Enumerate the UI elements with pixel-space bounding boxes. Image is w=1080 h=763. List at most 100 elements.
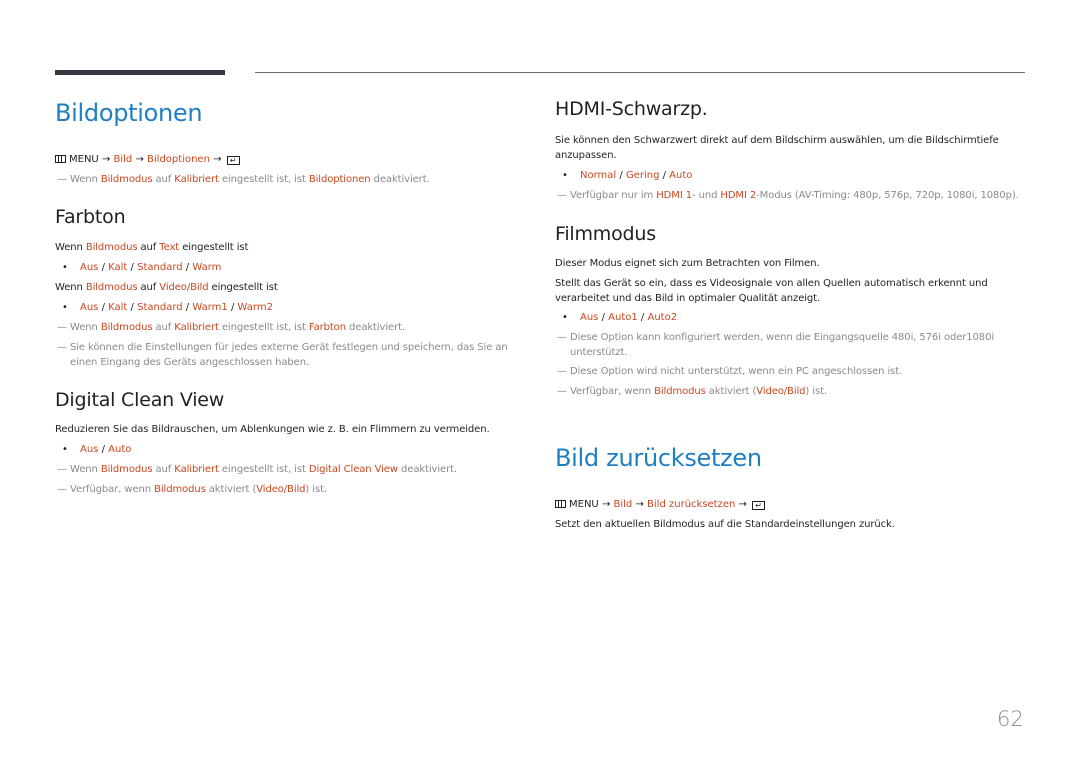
separator: / [185,262,190,273]
menu-label: MENU [569,499,599,510]
option-auto1: Auto1 [608,312,638,323]
note-text: ) ist. [305,484,327,495]
dcv-options: • Aus / Auto [55,442,131,457]
note-highlight: Bildmodus [154,484,206,495]
note-farbton-external: — Sie können die Einstellungen für jedes… [55,340,515,370]
note-dash-icon: — [57,322,67,333]
separator: / [230,302,235,313]
note-highlight: Bildmodus [100,464,153,475]
note-text: Diese Option wird nicht unterstützt, wen… [570,366,903,377]
section-title-farbton: Farbton [55,206,126,228]
note-text: Sie können die Einstellungen für jedes e… [70,342,508,368]
menu-step-bild[interactable]: Bild [114,154,133,165]
menu-path-bildoptionen: MENU → Bild → Bildoptionen → ↵ [55,152,240,167]
note-highlight: Kalibriert [174,464,219,475]
note-highlight: HDMI 1 [656,190,693,201]
option-standard: Standard [137,262,183,273]
note-highlight: Bildmodus [654,386,706,397]
farbton-options-text: • Aus / Kalt / Standard / Warm [55,260,221,275]
note-filmmodus-pc: — Diese Option wird nicht unterstützt, w… [555,364,902,379]
option-kalt: Kalt [108,262,128,273]
separator: / [640,312,645,323]
option-aus: Aus [80,444,99,455]
note-text: Wenn [70,322,101,333]
text: Wenn [55,282,86,293]
arrow-icon: → [738,499,747,510]
filmmodus-description: Dieser Modus eignet sich zum Betrachten … [555,258,820,269]
filmmodus-description-detail: Stellt das Gerät so ein, dass es Videosi… [555,278,988,304]
separator: / [619,170,623,181]
separator: / [185,302,190,313]
farbton-condition-text: Wenn Bildmodus auf Text eingestellt ist [55,240,248,255]
note-dash-icon: — [557,386,567,397]
dcv-description: Reduzieren Sie das Bildrauschen, um Able… [55,424,490,435]
farbton-condition-video: Wenn Bildmodus auf Video/Bild eingestell… [55,280,278,295]
option-warm2: Warm2 [237,302,273,313]
note-text: - und [692,190,721,201]
text: eingestellt ist [208,282,278,293]
separator: / [101,262,105,273]
note-text: Verfügbar, wenn [70,484,155,495]
option-warm1: Warm1 [192,302,228,313]
note-text: deaktiviert. [370,174,430,185]
separator: / [601,312,605,323]
highlight: Text [159,242,180,253]
section-title-digital-clean-view: Digital Clean View [55,389,225,411]
note-text: eingestellt ist, ist [218,322,309,333]
option-auto2: Auto2 [647,312,678,323]
header-accent-bar [55,70,225,75]
highlight: Bildmodus [85,282,138,293]
note-highlight: Video/Bild [756,386,806,397]
note-highlight: Kalibriert [174,174,219,185]
arrow-icon: → [213,154,222,165]
note-dash-icon: — [557,332,567,343]
note-text: -Modus (AV-Timing: 480p, 576p, 720p, 108… [756,190,1019,201]
bullet-icon: • [62,262,68,273]
note-highlight: Bildoptionen [308,174,371,185]
menu-icon [555,499,566,508]
option-warm: Warm [192,262,222,273]
farbton-options-video: • Aus / Kalt / Standard / Warm1 / Warm2 [55,300,273,315]
note-hdmi-available: — Verfügbar nur im HDMI 1- und HDMI 2-Mo… [555,188,1019,203]
option-gering: Gering [625,170,660,181]
option-normal: Normal [580,170,617,181]
section-title-filmmodus: Filmmodus [555,223,656,245]
section-title-hdmi-schwarzp: HDMI-Schwarzp. [555,98,708,120]
note-text: ) ist. [805,386,827,397]
arrow-icon: → [601,499,611,510]
enter-icon: ↵ [226,156,240,165]
note-highlight: Video/Bild [256,484,306,495]
reset-description: Setzt den aktuellen Bildmodus auf die St… [555,519,895,530]
arrow-icon: → [635,499,644,510]
text: eingestellt ist [179,242,249,253]
note-farbton-kalibriert: — Wenn Bildmodus auf Kalibriert eingeste… [55,320,405,335]
menu-label: MENU [69,154,99,165]
note-text: Wenn [70,464,101,475]
header-rule [255,72,1025,73]
highlight: Bildmodus [85,242,138,253]
note-text: Wenn [70,174,101,185]
separator: / [130,262,134,273]
section-title-bildoptionen: Bildoptionen [55,99,203,127]
menu-step-bild-zuruecksetzen[interactable]: Bild zurücksetzen [647,499,735,510]
text: Wenn [55,242,86,253]
menu-step-bildoptionen[interactable]: Bildoptionen [147,154,210,165]
note-text: aktiviert ( [205,484,257,495]
section-title-bild-zuruecksetzen: Bild zurücksetzen [555,444,762,472]
option-aus: Aus [580,312,599,323]
bullet-icon: • [62,302,68,313]
option-auto: Auto [669,170,693,181]
note-text: Verfügbar, wenn [570,386,655,397]
option-auto: Auto [108,444,132,455]
note-highlight: Digital Clean View [308,464,398,475]
note-text: auf [152,464,175,475]
separator: / [101,302,105,313]
arrow-icon: → [101,154,111,165]
option-aus: Aus [80,302,99,313]
note-highlight: Bildmodus [100,174,153,185]
option-aus: Aus [80,262,99,273]
menu-step-bild[interactable]: Bild [614,499,633,510]
arrow-icon: → [135,154,144,165]
note-highlight: Farbton [308,322,346,333]
note-dash-icon: — [57,464,67,475]
